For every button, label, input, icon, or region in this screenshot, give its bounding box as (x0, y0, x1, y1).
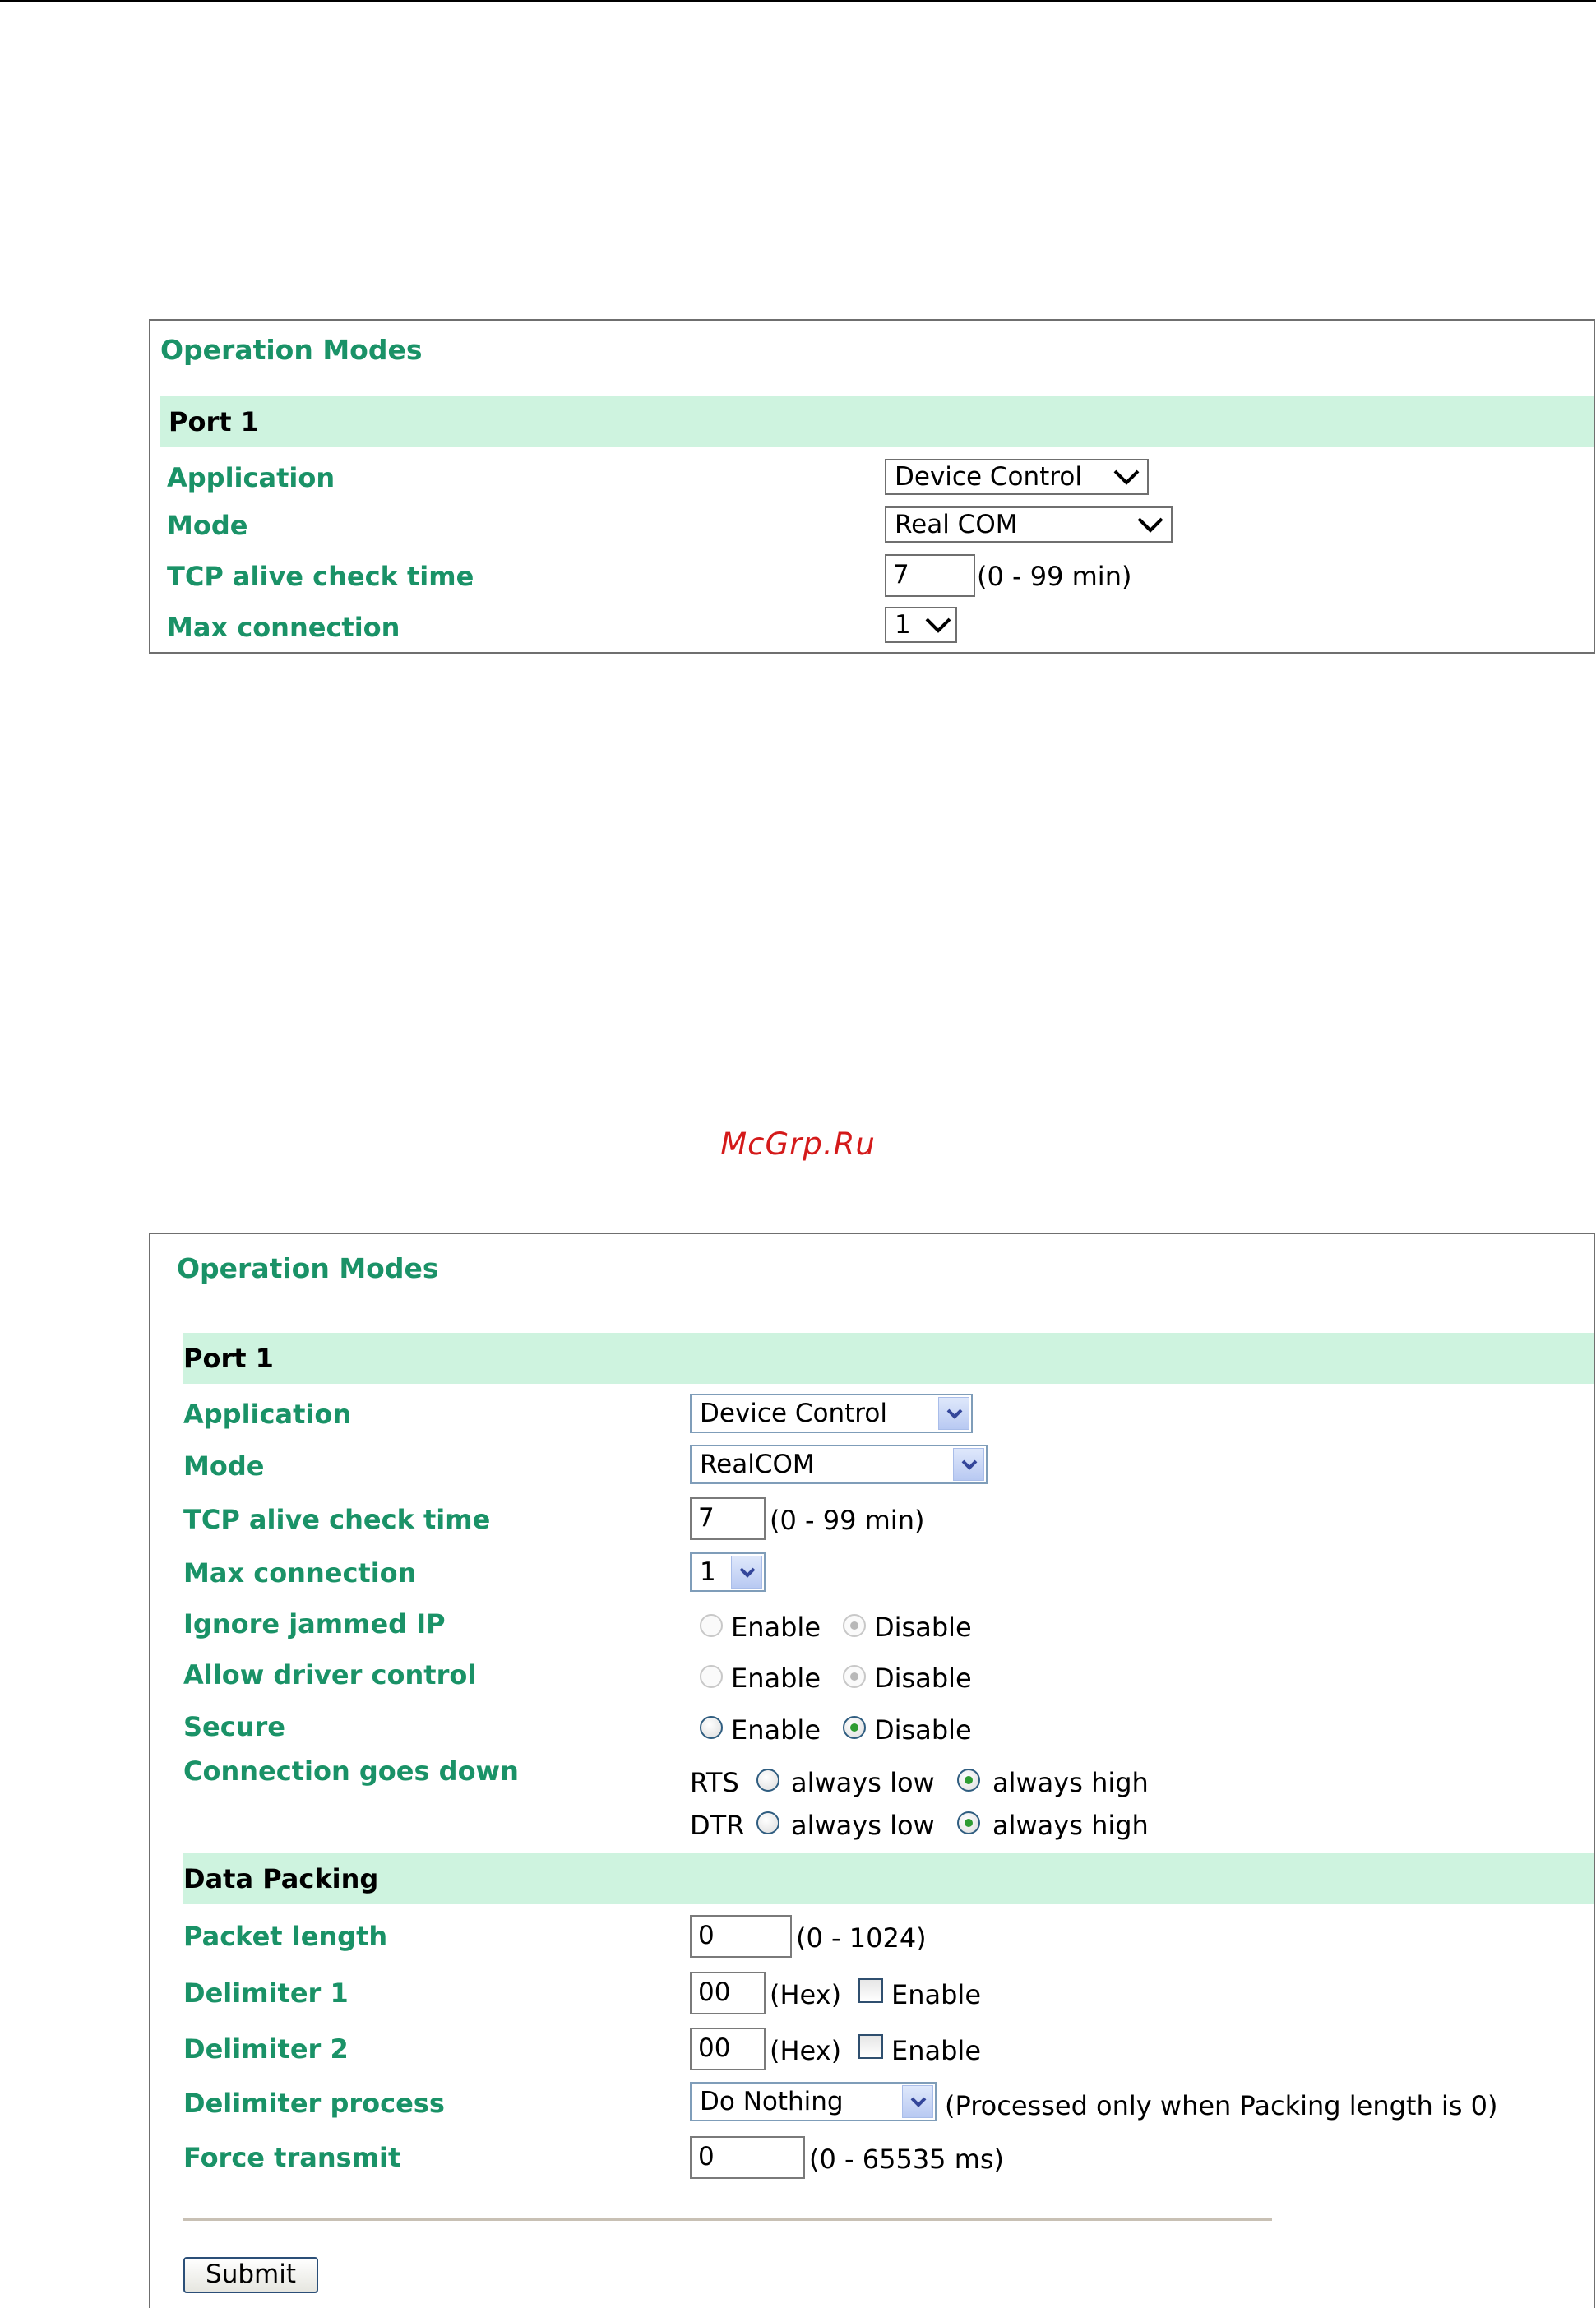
delimiter-process-select[interactable]: Do Nothing (690, 2082, 937, 2121)
chevron-down-icon (946, 1408, 963, 1419)
rts-always-high-radio[interactable] (957, 1769, 980, 1792)
radio-label-enable: Enable (731, 1663, 821, 1694)
chevron-down-icon (1137, 517, 1163, 533)
chevron-down-icon (910, 2097, 927, 2107)
application-select[interactable]: Device Control (885, 459, 1149, 495)
chevron-down-icon (1113, 469, 1140, 485)
radio-label-always-low: always low (791, 1810, 935, 1841)
application-select-value: Device Control (700, 1399, 887, 1428)
max-connection-label: Max connection (183, 1557, 417, 1589)
watermark-text: McGrp.Ru (720, 1126, 876, 1162)
max-connection-label: Max connection (167, 612, 400, 643)
radio-label-always-high: always high (992, 1810, 1149, 1841)
connection-goes-down-label: Connection goes down (183, 1755, 519, 1787)
mode-select[interactable]: Real COM (885, 506, 1173, 543)
delimiter-process-select-value: Do Nothing (700, 2087, 844, 2116)
delimiter-process-label: Delimiter process (183, 2088, 445, 2119)
max-connection-select[interactable]: 1 (885, 607, 957, 643)
radio-label-disable: Disable (874, 1714, 972, 1746)
rts-label: RTS (690, 1767, 739, 1798)
radio-label-enable: Enable (731, 1714, 821, 1746)
mode-label: Mode (167, 510, 248, 541)
dropdown-button[interactable] (902, 2085, 933, 2118)
panel-title: Operation Modes (160, 334, 423, 366)
dtr-label: DTR (690, 1810, 745, 1841)
radio-label-disable: Disable (874, 1612, 972, 1643)
tcp-alive-range: (0 - 99 min) (770, 1505, 925, 1536)
max-connection-select-value: 1 (700, 1557, 716, 1587)
delimiter-process-note: (Processed only when Packing length is 0… (945, 2090, 1498, 2121)
rts-always-low-radio[interactable] (756, 1769, 779, 1792)
tcp-alive-label: TCP alive check time (183, 1504, 491, 1535)
application-select[interactable]: Device Control (690, 1394, 973, 1433)
packet-length-range: (0 - 1024) (796, 1922, 927, 1954)
divider (183, 2218, 1272, 2221)
checkbox-label-enable: Enable (891, 2035, 981, 2066)
allow-driver-control-label: Allow driver control (183, 1659, 477, 1691)
dropdown-button[interactable] (953, 1448, 984, 1481)
radio-label-disable: Disable (874, 1663, 972, 1694)
chevron-down-icon (739, 1567, 756, 1578)
operation-modes-panel-simple: Operation Modes Port 1 Application Devic… (149, 319, 1595, 654)
section-header-data-packing: Data Packing (183, 1853, 1594, 1904)
application-label: Application (183, 1399, 352, 1430)
hex-label: (Hex) (770, 2035, 842, 2066)
panel-title: Operation Modes (177, 1252, 439, 1284)
radio-label-enable: Enable (731, 1612, 821, 1643)
tcp-alive-label: TCP alive check time (167, 561, 474, 592)
delimiter-1-input[interactable]: 00 (690, 1972, 766, 2014)
chevron-down-icon (961, 1459, 978, 1470)
allow-driver-control-enable-radio[interactable] (700, 1665, 723, 1688)
mode-select[interactable]: RealCOM (690, 1445, 988, 1484)
delimiter-2-input[interactable]: 00 (690, 2028, 766, 2070)
secure-enable-radio[interactable] (700, 1716, 723, 1739)
dtr-always-high-radio[interactable] (957, 1811, 980, 1834)
packet-length-input[interactable]: 0 (690, 1915, 792, 1958)
force-transmit-range: (0 - 65535 ms) (809, 2144, 1005, 2175)
mode-label: Mode (183, 1450, 265, 1482)
dropdown-button[interactable] (938, 1397, 969, 1430)
mode-select-value: Real COM (895, 510, 1018, 539)
dropdown-button[interactable] (731, 1556, 762, 1589)
mode-select-value: RealCOM (700, 1450, 815, 1479)
delimiter-1-enable-checkbox[interactable] (858, 1978, 883, 2003)
tcp-alive-input[interactable]: 7 (690, 1497, 766, 1540)
submit-button[interactable]: Submit (183, 2257, 318, 2293)
application-select-value: Device Control (895, 462, 1082, 492)
hex-label: (Hex) (770, 1979, 842, 2010)
section-header-port-1: Port 1 (183, 1333, 1594, 1384)
operation-modes-panel-full: Operation Modes Port 1 Application Devic… (149, 1233, 1595, 2308)
page-top-rule (0, 0, 1596, 2)
delimiter-2-enable-checkbox[interactable] (858, 2034, 883, 2059)
dtr-always-low-radio[interactable] (756, 1811, 779, 1834)
ignore-jammed-ip-disable-radio[interactable] (843, 1614, 866, 1637)
force-transmit-label: Force transmit (183, 2142, 401, 2173)
tcp-alive-range: (0 - 99 min) (977, 561, 1132, 592)
max-connection-select-value: 1 (895, 610, 911, 640)
checkbox-label-enable: Enable (891, 1979, 981, 2010)
section-header-port-1: Port 1 (160, 396, 1594, 447)
force-transmit-input[interactable]: 0 (690, 2136, 805, 2179)
packet-length-label: Packet length (183, 1921, 388, 1952)
max-connection-select[interactable]: 1 (690, 1552, 766, 1592)
radio-label-always-high: always high (992, 1767, 1149, 1798)
secure-disable-radio[interactable] (843, 1716, 866, 1739)
allow-driver-control-disable-radio[interactable] (843, 1665, 866, 1688)
application-label: Application (167, 462, 335, 493)
chevron-down-icon (925, 617, 951, 633)
delimiter-1-label: Delimiter 1 (183, 1977, 349, 2009)
secure-label: Secure (183, 1711, 285, 1742)
tcp-alive-input[interactable]: 7 (885, 554, 975, 597)
ignore-jammed-ip-label: Ignore jammed IP (183, 1608, 446, 1640)
ignore-jammed-ip-enable-radio[interactable] (700, 1614, 723, 1637)
delimiter-2-label: Delimiter 2 (183, 2033, 349, 2065)
radio-label-always-low: always low (791, 1767, 935, 1798)
